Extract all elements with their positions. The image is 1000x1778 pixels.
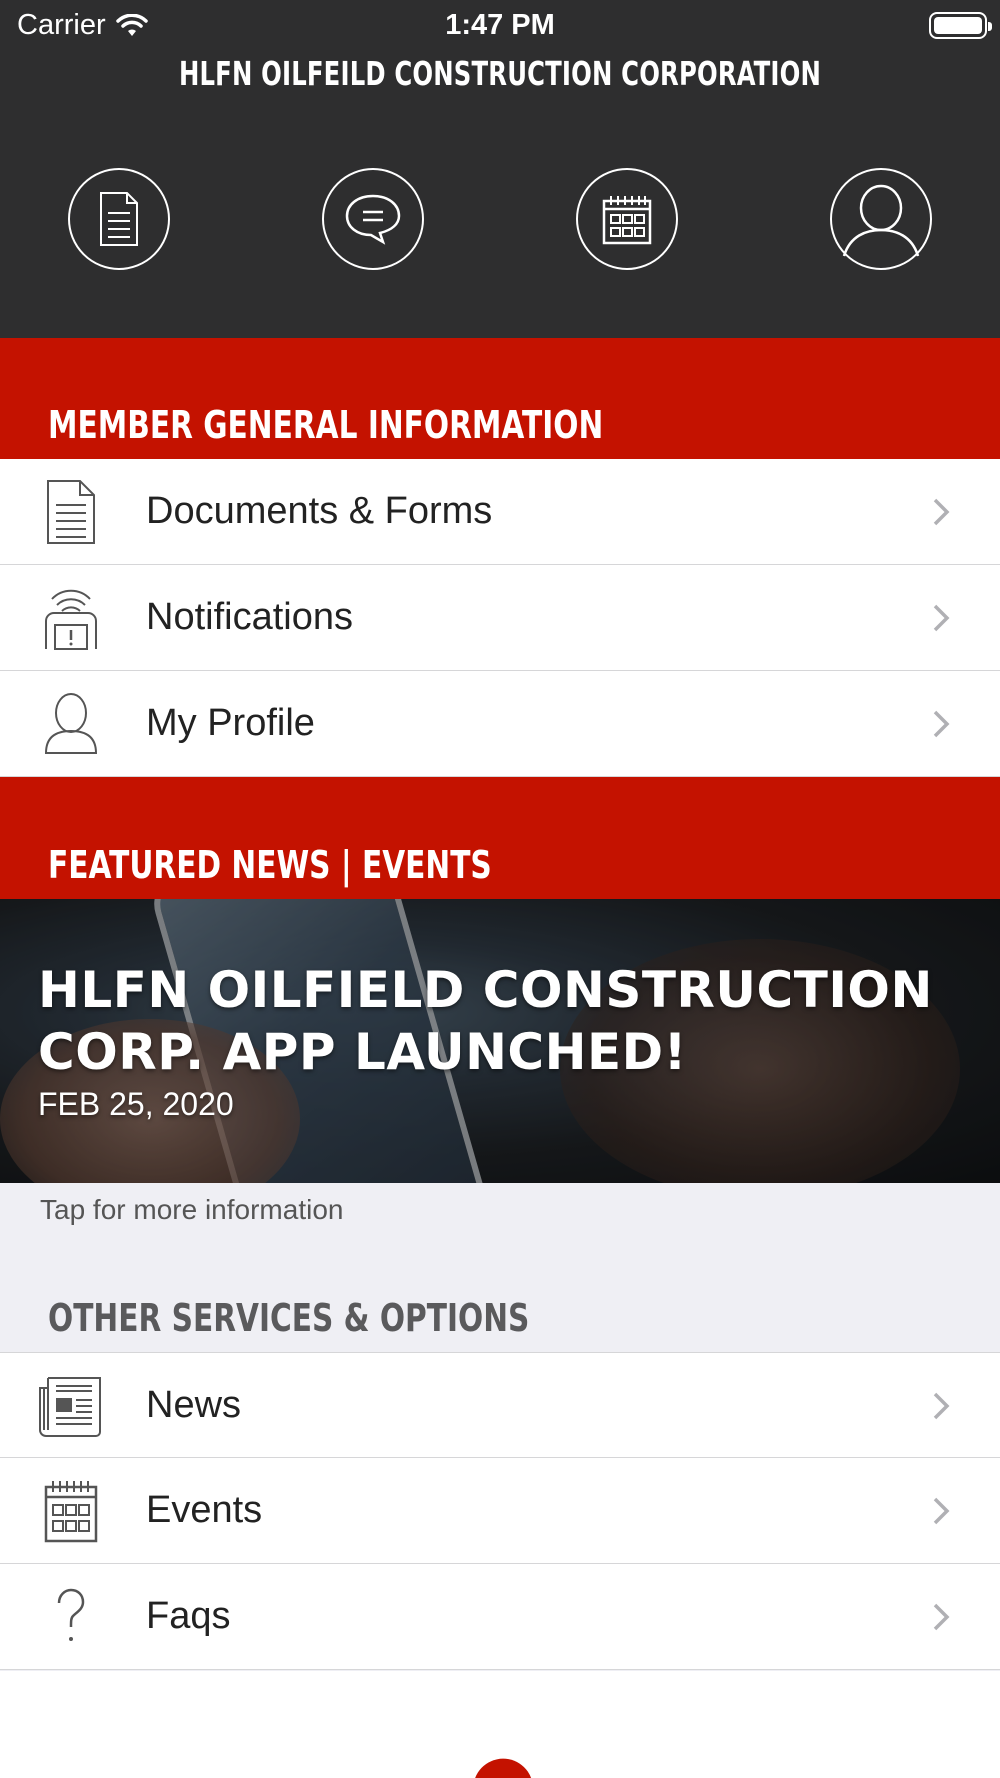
notifications-label: Notifications bbox=[146, 596, 353, 638]
status-bar: Carrier 1:47 PM bbox=[0, 0, 1000, 50]
app-title: HLFN OILFEILD CONSTRUCTION CORPORATION bbox=[178, 54, 822, 93]
faqs-row[interactable]: Faqs bbox=[0, 1564, 1000, 1670]
documents-quick-button[interactable] bbox=[68, 168, 170, 270]
messages-quick-button[interactable] bbox=[322, 168, 424, 270]
calendar-icon bbox=[602, 196, 652, 245]
notifications-row[interactable]: Notifications bbox=[0, 565, 1000, 671]
news-label: News bbox=[146, 1384, 242, 1426]
calendar-quick-button[interactable] bbox=[576, 168, 678, 270]
chevron-right-icon bbox=[933, 1392, 950, 1420]
events-row[interactable]: Events bbox=[0, 1458, 1000, 1564]
company-logo bbox=[467, 1753, 533, 1778]
documents-forms-row[interactable]: Documents & Forms bbox=[0, 459, 1000, 565]
chevron-right-icon bbox=[933, 498, 950, 526]
chevron-right-icon bbox=[933, 1497, 950, 1525]
chevron-right-icon bbox=[933, 604, 950, 632]
user-icon bbox=[36, 689, 106, 759]
footer bbox=[0, 1671, 1000, 1778]
featured-news-card[interactable]: HLFN OILFIELD CONSTRUCTION CORP. APP LAU… bbox=[0, 899, 1000, 1183]
calendar-icon bbox=[36, 1476, 106, 1546]
featured-section-header: FEATURED NEWS | EVENTS bbox=[0, 777, 1000, 899]
document-icon bbox=[36, 477, 106, 547]
faqs-label: Faqs bbox=[146, 1595, 231, 1637]
question-icon bbox=[36, 1582, 106, 1652]
tap-for-info-hint[interactable]: Tap for more information bbox=[40, 1194, 343, 1226]
battery-icon bbox=[929, 12, 992, 39]
user-icon bbox=[842, 184, 920, 257]
chevron-right-icon bbox=[933, 710, 950, 738]
chat-icon bbox=[345, 194, 401, 245]
documents-forms-label: Documents & Forms bbox=[146, 490, 493, 532]
notification-icon bbox=[36, 583, 106, 653]
clock: 1:47 PM bbox=[445, 9, 555, 41]
member-section-header: MEMBER GENERAL INFORMATION bbox=[0, 338, 1000, 459]
featured-section-title: FEATURED NEWS | EVENTS bbox=[48, 843, 492, 887]
chevron-right-icon bbox=[933, 1603, 950, 1631]
app-header: Carrier 1:47 PM HLFN OILFEILD CONSTRUCTI… bbox=[0, 0, 1000, 338]
events-label: Events bbox=[146, 1489, 263, 1531]
member-section-title: MEMBER GENERAL INFORMATION bbox=[48, 403, 604, 447]
news-date: FEB 25, 2020 bbox=[38, 1086, 234, 1122]
news-row[interactable]: News bbox=[0, 1352, 1000, 1458]
news-headline: HLFN OILFIELD CONSTRUCTION CORP. APP LAU… bbox=[38, 961, 933, 1081]
profile-quick-button[interactable] bbox=[830, 168, 932, 270]
document-icon bbox=[100, 192, 138, 246]
newspaper-icon bbox=[36, 1371, 106, 1441]
my-profile-label: My Profile bbox=[146, 702, 315, 744]
my-profile-row[interactable]: My Profile bbox=[0, 671, 1000, 777]
other-services-title: OTHER SERVICES & OPTIONS bbox=[48, 1296, 530, 1340]
